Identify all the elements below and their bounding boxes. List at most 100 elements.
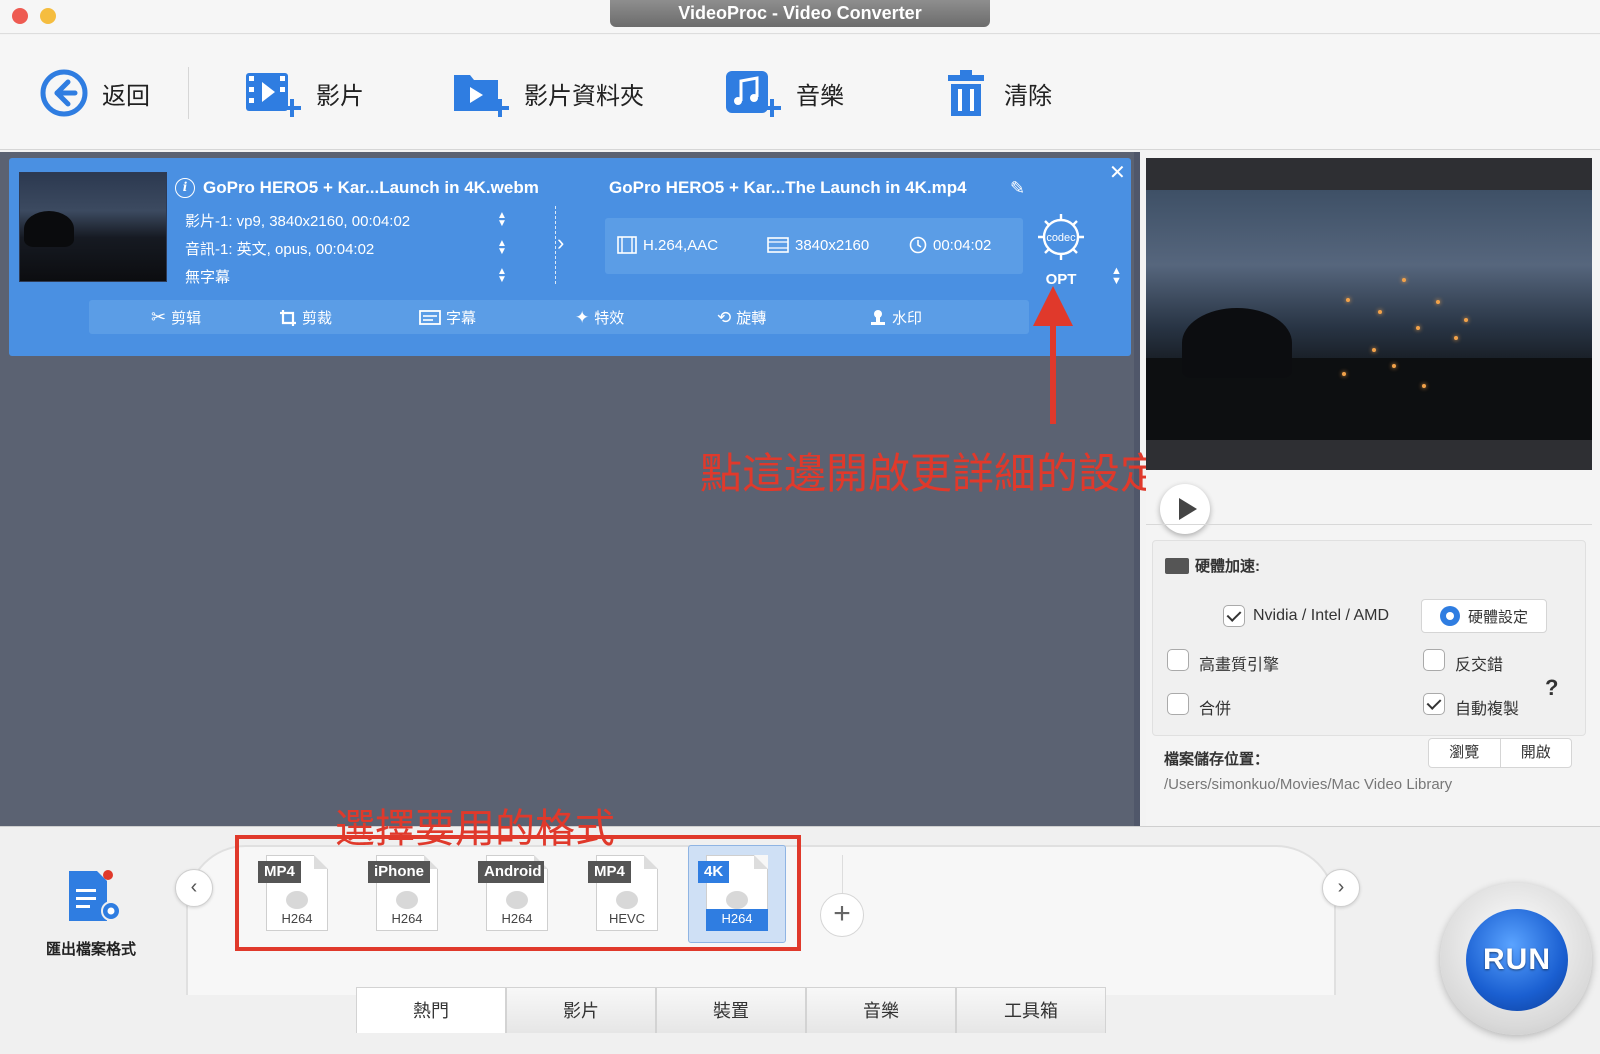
browse-button[interactable]: 瀏覽 [1429,739,1500,767]
add-music-button[interactable]: 音樂 [724,63,844,123]
add-music-label: 音樂 [796,82,844,110]
tab-device[interactable]: 裝置 [656,987,806,1033]
window-title: VideoProc - Video Converter [610,0,990,27]
rename-pencil-icon[interactable]: ✎ [1010,178,1025,199]
high-quality-label: 高畫質引擎 [1199,657,1280,674]
codec-options-button[interactable]: codec OPT [1033,210,1089,288]
format-tag: MP4 [258,861,301,883]
tab-toolbox[interactable]: 工具箱 [956,987,1106,1033]
help-icon[interactable]: ? [1545,675,1558,701]
add-folder-icon [454,75,509,117]
remove-task-icon[interactable]: ✕ [1109,160,1126,185]
close-window-button[interactable] [12,8,28,24]
export-format-label: 匯出檔案格式 [45,941,136,958]
rotate-icon: ⟲ [717,307,732,327]
right-pane: 硬體加速: Nvidia / Intel / AMD 硬體設定 高畫質引擎 反交… [1146,152,1600,826]
cut-label: 剪辑 [171,310,202,327]
format-item-android-h264[interactable]: Android H264 [478,855,548,931]
toolbar: 返回 影片 影片資料夾 音樂 清除 [0,35,1600,150]
hw-accel-label: 硬體加速: [1195,558,1260,575]
clear-button[interactable]: 清除 [940,63,1052,123]
info-icon[interactable]: i [175,178,195,198]
hw-accel-checkbox[interactable] [1223,605,1245,627]
output-resolution-text: 3840x2160 [795,236,870,254]
watermark-button[interactable]: 水印 [869,307,922,328]
add-video-folder-button[interactable]: 影片資料夾 [452,63,644,123]
format-item-4k-h264[interactable]: 4K H264 [688,845,786,943]
gear-icon [1439,606,1460,626]
deinterlace-checkbox[interactable] [1423,649,1445,671]
export-format-button[interactable]: 匯出檔案格式 [36,867,146,959]
format-item-mp4-h264[interactable]: MP4 H264 [258,855,328,931]
export-format-icon [69,870,121,921]
tab-popular[interactable]: 熱門 [356,987,506,1033]
minimize-window-button[interactable] [40,8,56,24]
annotation-format-hint: 選擇要用的格式 [335,806,615,852]
save-location-buttons: 瀏覽 開啟 [1428,738,1572,768]
play-button[interactable] [1160,484,1210,534]
subtitle-button[interactable]: 字幕 [419,307,476,328]
crop-icon [280,309,296,326]
film-icon [617,236,637,254]
format-prev-icon[interactable]: ‹ [175,869,213,907]
output-duration-text: 00:04:02 [933,236,992,254]
auto-copy-checkbox[interactable] [1423,693,1445,715]
format-tag: 4K [698,861,730,883]
resolution-icon [767,237,789,253]
video-track-stepper-icon[interactable]: ▲ ▼ [497,211,507,229]
format-codec: H264 [501,911,533,926]
film-reel-icon [726,891,748,909]
high-quality-checkbox[interactable] [1167,649,1189,671]
hw-settings-button[interactable]: 硬體設定 [1421,599,1547,633]
back-arrow-icon [40,69,88,117]
output-filename: GoPro HERO5 + Kar...The Launch in 4K.mp4 [609,178,967,197]
back-button[interactable]: 返回 [38,63,150,123]
reorder-arrows-icon[interactable]: ▲ ▼ [1111,266,1122,287]
film-reel-icon [616,891,638,909]
annotation-arrow-shaft [1050,310,1056,424]
add-music-icon [726,71,781,117]
tab-music[interactable]: 音樂 [806,987,956,1033]
annotation-codec-hint: 點這邊開啟更詳細的設定 [700,449,1163,498]
save-location-label: 檔案儲存位置： [1164,751,1270,768]
hw-accel-title: 硬體加速: [1165,555,1260,576]
trash-icon [948,70,984,116]
format-item-iphone-h264[interactable]: iPhone H264 [368,855,438,931]
film-reel-icon [286,891,308,909]
rotate-button[interactable]: ⟲ 旋轉 [717,307,766,328]
back-label: 返回 [102,82,150,110]
source-filename: GoPro HERO5 + Kar...Launch in 4K.webm [203,178,539,197]
open-folder-button[interactable]: 開啟 [1499,739,1572,767]
subtitle-track-stepper-icon[interactable]: ▲ ▼ [497,267,507,285]
hw-accel-option: Nvidia / Intel / AMD [1253,607,1390,624]
video-task-card[interactable]: i GoPro HERO5 + Kar...Launch in 4K.webm … [9,158,1131,356]
tab-video[interactable]: 影片 [506,987,656,1033]
toolbar-divider [188,67,189,119]
audio-track-stepper-icon[interactable]: ▲ ▼ [497,239,507,257]
format-tag: iPhone [368,861,431,883]
effects-button[interactable]: ✦ 特效 [575,307,624,328]
video-thumbnail[interactable] [19,172,167,282]
scissors-icon: ✂ [151,307,167,327]
add-video-button[interactable]: 影片 [244,63,364,123]
add-video-label: 影片 [316,82,364,110]
title-bar: VideoProc - Video Converter [0,0,1600,34]
settings-panel: 硬體加速: Nvidia / Intel / AMD 硬體設定 高畫質引擎 反交… [1152,540,1586,736]
format-codec: H264 [281,911,313,926]
codec-icon-text: codec [1046,232,1076,244]
format-next-icon[interactable]: › [1322,869,1360,907]
video-preview[interactable] [1146,158,1592,470]
format-tag: Android [478,861,544,883]
run-button[interactable]: RUN [1466,909,1568,1011]
cut-button[interactable]: ✂ 剪辑 [151,307,201,328]
format-codec: HEVC [608,911,646,926]
merge-checkbox[interactable] [1167,693,1189,715]
add-format-icon[interactable]: + [820,893,864,937]
crop-label: 剪裁 [302,310,333,327]
crop-button[interactable]: 剪裁 [279,307,332,328]
format-item-mp4-hevc[interactable]: MP4 HEVC [588,855,658,931]
right-pane-divider [1146,524,1592,525]
chevron-right-icon: › [557,230,565,255]
audio-track: 音訊-1: 英文, opus, 00:04:02 [185,241,375,258]
add-video-folder-label: 影片資料夾 [524,82,644,110]
